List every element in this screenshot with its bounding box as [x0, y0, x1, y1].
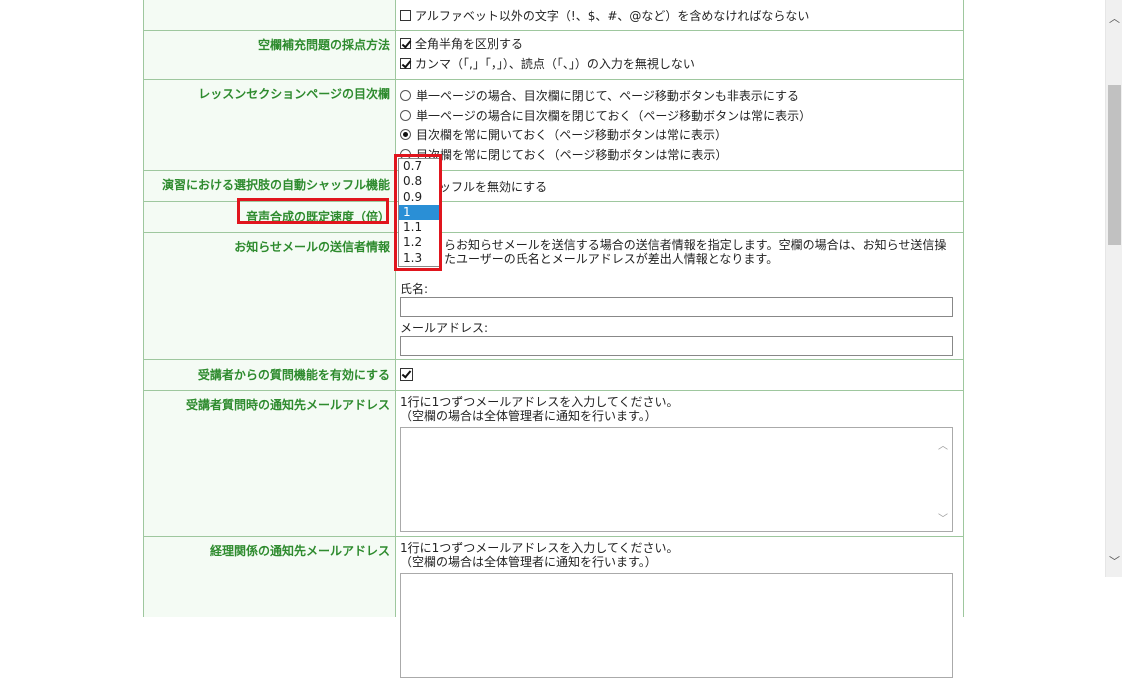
scroll-up-icon[interactable]: ︿ — [1109, 10, 1120, 26]
radio[interactable] — [400, 129, 411, 141]
scroll-up-icon[interactable]: ︿ — [938, 440, 948, 454]
scrollbar-thumb[interactable] — [1108, 85, 1121, 245]
radio[interactable] — [400, 90, 411, 102]
question-notify-textarea[interactable]: ︿ ﹀ — [400, 427, 953, 532]
accounting-notify-textarea[interactable] — [400, 573, 953, 678]
sender-description: らお知らせメールを送信する場合の送信者情報を指定します。空欄の場合は、お知らせ送… — [444, 238, 947, 266]
toc-option-1[interactable]: 単一ページの場合、目次欄に閉じて、ページ移動ボタンも非表示にする — [400, 86, 959, 106]
scroll-down-icon[interactable]: ﹀ — [1109, 553, 1120, 569]
radio[interactable] — [400, 109, 411, 121]
page-scrollbar[interactable]: ︿ ﹀ — [1105, 0, 1122, 577]
settings-row-question-feature: 受講者からの質問機能を有効にする — [144, 360, 963, 391]
settings-table: アルファベット以外の文字（!、$、#、@など）を含めなければならない 空欄補充問… — [143, 0, 964, 678]
toc-option-3[interactable]: 目次欄を常に開いておく（ページ移動ボタンは常に表示） — [400, 125, 959, 145]
row-label — [144, 0, 396, 30]
row-label: 演習における選択肢の自動シャッフル機能 — [144, 171, 396, 201]
settings-row-password-rule: アルファベット以外の文字（!、$、#、@など）を含めなければならない — [144, 0, 963, 31]
name-label: 氏名: — [400, 282, 429, 296]
toc-option-2[interactable]: 単一ページの場合に目次欄を閉じておく（ページ移動ボタンは常に表示） — [400, 106, 959, 126]
row-label: レッスンセクションページの目次欄 — [144, 80, 396, 170]
checkbox[interactable] — [400, 38, 411, 50]
fullwidth-option[interactable]: 全角半角を区別する — [400, 34, 959, 54]
row-label: 受講者質問時の通知先メールアドレス — [144, 391, 396, 536]
row-label: 空欄補充問題の採点方法 — [144, 31, 396, 79]
toc-option-4[interactable]: 目次欄を常に閉じておく（ページ移動ボタンは常に表示） — [400, 145, 959, 165]
question-feature-checkbox[interactable] — [400, 368, 413, 381]
settings-row-accounting-notify: 経理関係の通知先メールアドレス 1行に1つずつメールアドレスを入力してください。… — [144, 537, 963, 678]
checkbox[interactable] — [400, 10, 411, 22]
settings-row-sender-info: お知らせメールの送信者情報 らお知らせメールを送信する場合の送信者情報を指定しま… — [144, 233, 963, 360]
email-field[interactable] — [400, 336, 953, 356]
non-alpha-option[interactable]: アルファベット以外の文字（!、$、#、@など）を含めなければならない — [400, 6, 959, 26]
highlight-box-label — [237, 198, 389, 224]
comma-option[interactable]: カンマ（「,」「，」）、読点（「、」）の入力を無視しない — [400, 54, 959, 74]
row-label: 受講者からの質問機能を有効にする — [144, 360, 396, 390]
email-label: メールアドレス: — [400, 321, 489, 335]
name-field[interactable] — [400, 297, 953, 317]
checkbox[interactable] — [400, 57, 411, 69]
scroll-down-icon[interactable]: ﹀ — [938, 513, 948, 527]
row-label: お知らせメールの送信者情報 — [144, 233, 396, 359]
settings-row-question-notify: 受講者質問時の通知先メールアドレス 1行に1つずつメールアドレスを入力してくださ… — [144, 391, 963, 537]
highlight-box-dropdown — [394, 154, 442, 271]
settings-row-fill-in-scoring: 空欄補充問題の採点方法 全角半角を区別する カンマ（「,」「，」）、読点（「、」… — [144, 31, 963, 80]
row-label: 経理関係の通知先メールアドレス — [144, 537, 396, 617]
settings-row-toc: レッスンセクションページの目次欄 単一ページの場合、目次欄に閉じて、ページ移動ボ… — [144, 80, 963, 171]
shuffle-option[interactable]: シャッフルを無効にする — [400, 177, 959, 197]
